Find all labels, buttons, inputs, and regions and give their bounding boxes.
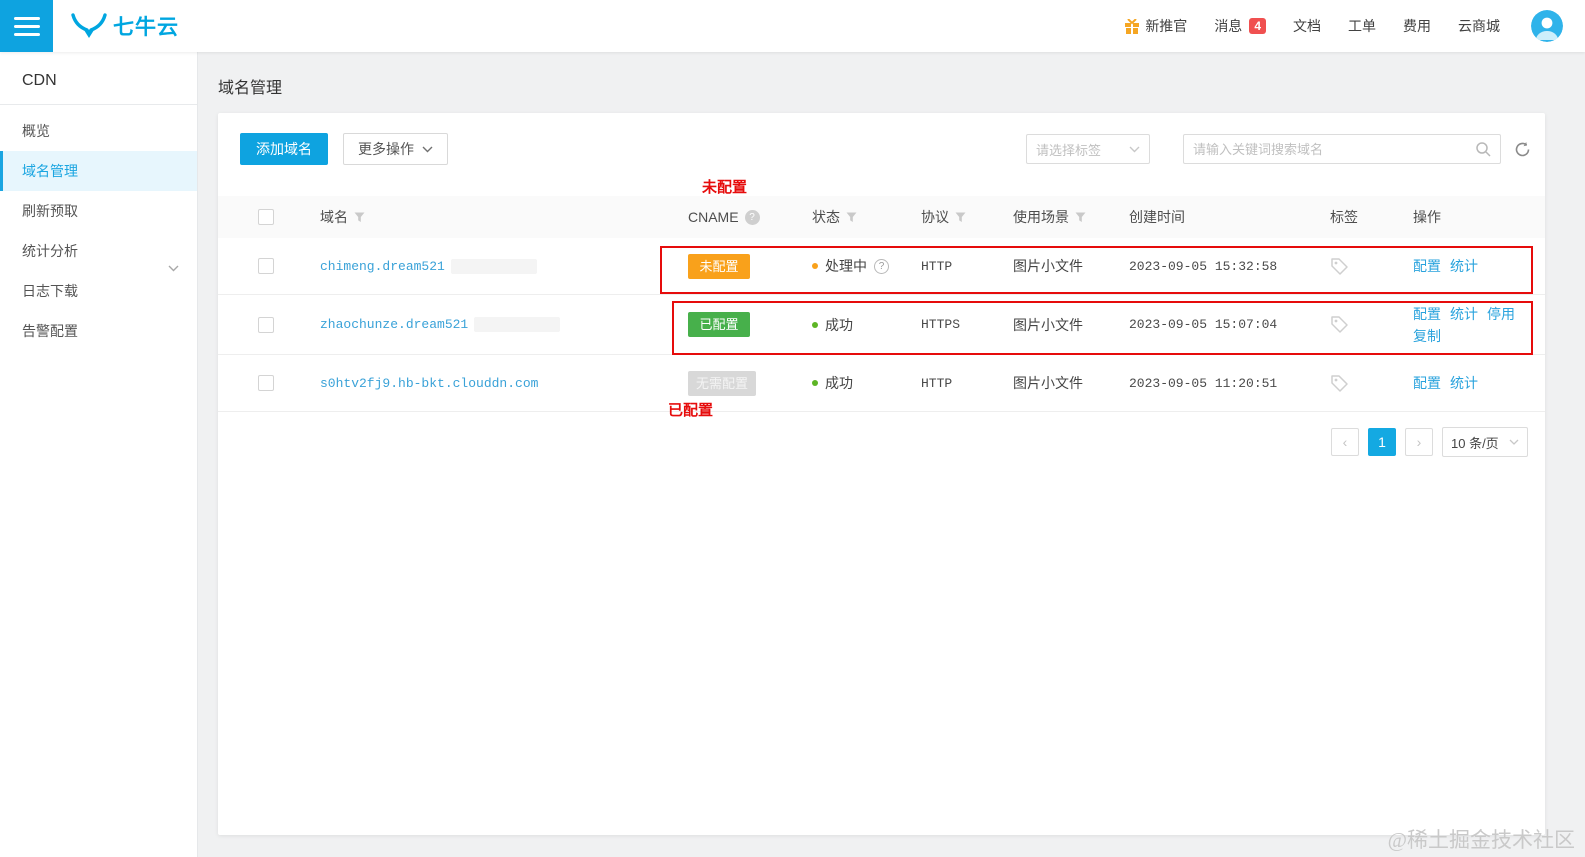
sidebar-item-overview[interactable]: 概览 bbox=[0, 111, 197, 151]
pagination: ‹ 1 › 10 条/页 bbox=[218, 427, 1545, 457]
annotation-label-unconfigured: 未配置 bbox=[702, 179, 748, 196]
qiniu-bull-icon bbox=[71, 13, 107, 39]
header-protocol: 协议 bbox=[921, 207, 1013, 227]
select-all-checkbox[interactable] bbox=[258, 209, 274, 225]
domain-link[interactable]: s0htv2fj9.hb-bkt.clouddn.com bbox=[320, 376, 538, 391]
qiniu-logo[interactable]: 七牛云 bbox=[71, 11, 179, 41]
next-page-button[interactable]: › bbox=[1405, 428, 1433, 456]
page-size-select[interactable]: 10 条/页 bbox=[1442, 427, 1528, 457]
cname-status-badge: 无需配置 bbox=[688, 370, 757, 396]
add-domain-button[interactable]: 添加域名 bbox=[240, 133, 328, 165]
cell-status: 成功 bbox=[812, 373, 921, 393]
prev-page-button[interactable]: ‹ bbox=[1331, 428, 1359, 456]
header-status: 状态 bbox=[812, 207, 921, 227]
annotation-label-configured: 已配置 bbox=[668, 402, 714, 419]
toolbar: 添加域名 更多操作 请选择标签 bbox=[218, 113, 1545, 165]
header-domain: 域名 bbox=[280, 207, 688, 227]
header-tags: 标签 bbox=[1330, 209, 1358, 225]
sidebar: CDN 概览 域名管理 刷新预取 统计分析 日志下载 告警配置 bbox=[0, 52, 198, 857]
chevron-down-icon bbox=[1129, 146, 1140, 153]
domain-link[interactable]: chimeng.dream521 bbox=[320, 259, 445, 274]
table-header-row: 域名 CNAME ? 状态 协议 使用场景 创建时间 标签 操作 bbox=[218, 196, 1545, 238]
cell-domain: s0htv2fj9.hb-bkt.clouddn.com bbox=[280, 376, 688, 391]
nav-marketplace[interactable]: 云商城 bbox=[1458, 16, 1500, 36]
header-scene: 使用场景 bbox=[1013, 207, 1129, 227]
tag-icon[interactable] bbox=[1330, 374, 1349, 393]
nav-messages[interactable]: 消息 4 bbox=[1214, 16, 1266, 36]
action-configure[interactable]: 配置 bbox=[1413, 373, 1441, 393]
cell-domain: zhaochunze.dream521 bbox=[280, 317, 688, 332]
search-icon[interactable] bbox=[1475, 141, 1491, 157]
cell-protocol: HTTP bbox=[921, 375, 953, 391]
gift-icon bbox=[1124, 18, 1140, 34]
nav-docs[interactable]: 文档 bbox=[1293, 16, 1321, 36]
refresh-icon[interactable] bbox=[1514, 141, 1531, 158]
nav-promo[interactable]: 新推官 bbox=[1124, 16, 1187, 36]
header-cname: CNAME ? bbox=[688, 209, 812, 225]
redacted-text bbox=[450, 258, 537, 274]
filter-icon[interactable] bbox=[354, 212, 365, 223]
cell-actions: 配置 统计 bbox=[1413, 373, 1545, 393]
cell-cname: 无需配置 bbox=[688, 370, 812, 396]
qiniu-cdn-console: 七牛云 新推官 消息 4 文档 工单 费用 云商城 CDN 概览 域名管理 刷新… bbox=[0, 0, 1585, 857]
annotation-box-row2 bbox=[672, 301, 1533, 355]
status-dot bbox=[812, 380, 818, 386]
top-nav: 新推官 消息 4 文档 工单 费用 云商城 bbox=[1124, 10, 1585, 42]
sidebar-item-alert-config[interactable]: 告警配置 bbox=[0, 311, 197, 351]
sidebar-title: CDN bbox=[22, 72, 57, 89]
sidebar-item-statistics[interactable]: 统计分析 bbox=[0, 231, 197, 272]
nav-tickets[interactable]: 工单 bbox=[1348, 16, 1376, 36]
row-checkbox[interactable] bbox=[258, 375, 274, 391]
cell-scene: 图片小文件 bbox=[1013, 375, 1083, 391]
chevron-down-icon bbox=[422, 146, 433, 153]
tag-filter-select[interactable]: 请选择标签 bbox=[1026, 134, 1150, 164]
cell-created: 2023-09-05 11:20:51 bbox=[1129, 375, 1278, 391]
logo-text: 七牛云 bbox=[113, 16, 179, 39]
redacted-text bbox=[474, 317, 561, 332]
row-checkbox[interactable] bbox=[258, 258, 274, 274]
messages-count-badge: 4 bbox=[1249, 18, 1266, 34]
sidebar-item-log-download[interactable]: 日志下载 bbox=[0, 271, 197, 311]
table-row: s0htv2fj9.hb-bkt.clouddn.com 无需配置 成功 HTT… bbox=[218, 355, 1545, 412]
hamburger-menu-button[interactable] bbox=[0, 0, 53, 52]
more-actions-button[interactable]: 更多操作 bbox=[343, 133, 448, 165]
filter-icon[interactable] bbox=[1075, 212, 1086, 223]
sidebar-item-domain-management[interactable]: 域名管理 bbox=[0, 151, 197, 191]
cell-tags bbox=[1330, 374, 1413, 393]
current-page-button[interactable]: 1 bbox=[1368, 428, 1396, 456]
row-checkbox[interactable] bbox=[258, 316, 274, 333]
sidebar-item-refresh-prefetch[interactable]: 刷新预取 bbox=[0, 191, 197, 231]
domain-link[interactable]: zhaochunze.dream521 bbox=[320, 317, 468, 332]
domain-list-card: 添加域名 更多操作 请选择标签 请输入关键词搜索域名 域名 CNAME ? 状态… bbox=[218, 113, 1545, 835]
header-actions: 操作 bbox=[1413, 209, 1441, 225]
sidebar-divider bbox=[0, 104, 197, 105]
nav-billing[interactable]: 费用 bbox=[1403, 16, 1431, 36]
filter-icon[interactable] bbox=[846, 212, 857, 223]
help-icon[interactable]: ? bbox=[744, 209, 760, 225]
chevron-down-icon bbox=[1509, 439, 1519, 445]
header-created: 创建时间 bbox=[1129, 209, 1185, 225]
user-avatar[interactable] bbox=[1531, 10, 1563, 42]
filter-icon[interactable] bbox=[955, 212, 966, 223]
watermark: @稀土掘金技术社区 bbox=[1387, 828, 1575, 852]
domain-search-input[interactable] bbox=[1193, 141, 1475, 157]
domain-search-box bbox=[1183, 134, 1501, 164]
action-statistics[interactable]: 统计 bbox=[1450, 373, 1478, 393]
page-title: 域名管理 bbox=[218, 80, 283, 97]
annotation-box-row1 bbox=[660, 246, 1533, 294]
main-content: 域名管理 添加域名 更多操作 请选择标签 请输入关键词搜索域名 域名 CNAME… bbox=[198, 52, 1585, 857]
cell-domain: chimeng.dream521 bbox=[280, 258, 688, 274]
top-bar: 七牛云 新推官 消息 4 文档 工单 费用 云商城 bbox=[0, 0, 1585, 52]
